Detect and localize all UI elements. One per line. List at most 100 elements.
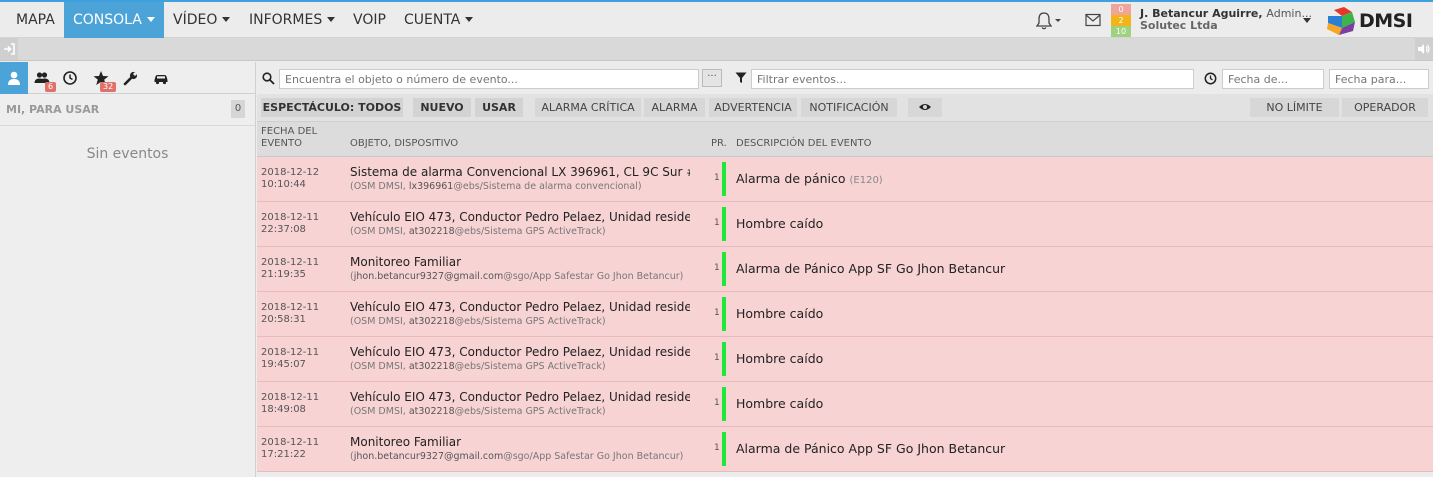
event-date: 2018-12-11 bbox=[261, 437, 320, 448]
tab-favorites[interactable]: 32 bbox=[87, 62, 117, 94]
event-date: 2018-12-11 bbox=[261, 212, 320, 223]
tab-group-events[interactable]: 6 bbox=[28, 62, 57, 94]
table-row[interactable]: 2018-12-11 21:19:35 Monitoreo Familiar (j… bbox=[257, 247, 1433, 292]
sound-toggle-button[interactable] bbox=[1415, 38, 1433, 60]
description-text: Alarma de pánico bbox=[736, 171, 850, 186]
priority-bar bbox=[722, 252, 726, 286]
event-time: 10:10:44 bbox=[261, 179, 306, 190]
object-name-line: Monitoreo Familiar bbox=[350, 435, 690, 450]
description-text: Hombre caído bbox=[736, 216, 824, 231]
nav-informes[interactable]: INFORMES bbox=[240, 2, 344, 38]
priority-bar bbox=[722, 207, 726, 241]
no-limit-button[interactable]: NO LÍMITE bbox=[1250, 98, 1339, 117]
column-header-object[interactable]: OBJETO, DISPOSITIVO bbox=[350, 138, 458, 150]
object-device: (OSM DMSI, at302218@ebs/Sistema GPS Acti… bbox=[350, 225, 690, 238]
object-device: (OSM DMSI, at302218@ebs/Sistema GPS Acti… bbox=[350, 360, 690, 373]
table-row[interactable]: 2018-12-11 20:58:31 Vehículo EIO 473, Con… bbox=[257, 292, 1433, 337]
event-filter-input[interactable] bbox=[751, 69, 1194, 89]
column-header-priority[interactable]: PR. bbox=[711, 138, 727, 150]
event-object: Monitoreo Familiar (jhon.betancur9327@gm… bbox=[350, 255, 690, 283]
operator-button[interactable]: OPERADOR bbox=[1342, 98, 1428, 117]
event-description: Hombre caído bbox=[736, 396, 823, 411]
nav-mapa[interactable]: MAPA bbox=[7, 2, 64, 38]
more-options-button[interactable]: ··· bbox=[702, 69, 722, 87]
messages-button[interactable] bbox=[1085, 13, 1101, 27]
column-header-date[interactable]: FECHA DEL EVENTO bbox=[261, 126, 317, 150]
nav-voip[interactable]: VOIP bbox=[344, 2, 395, 38]
device-id: at302218 bbox=[408, 361, 455, 372]
table-row[interactable]: 2018-12-11 19:45:07 Vehículo EIO 473, Con… bbox=[257, 337, 1433, 382]
device-suffix: @ebs/Sistema GPS ActiveTrack) bbox=[454, 361, 606, 372]
favorites-count-badge: 32 bbox=[100, 82, 117, 92]
empty-events-message: Sin eventos bbox=[86, 146, 169, 162]
my-events-count: 0 bbox=[231, 100, 245, 118]
object-device: (jhon.betancur9327@gmail.com@sgo/App Saf… bbox=[350, 450, 690, 463]
device-id: at302218 bbox=[408, 316, 455, 327]
alert-counters[interactable]: 0 2 10 bbox=[1111, 4, 1131, 37]
speaker-icon bbox=[1418, 44, 1430, 54]
left-panel: 6 32 MI, PARA USAR 0 Sin eventos bbox=[0, 62, 256, 477]
user-menu[interactable]: J. Betancur Aguirre, Admin... Solutec Lt… bbox=[1140, 8, 1312, 32]
filter-use-button[interactable]: USAR bbox=[475, 98, 523, 117]
event-priority: 1 bbox=[714, 308, 720, 318]
event-priority: 1 bbox=[714, 218, 720, 228]
device-prefix: (OSM DMSI, bbox=[350, 361, 409, 372]
eye-icon bbox=[919, 104, 931, 110]
events-table-header: FECHA DEL EVENTO OBJETO, DISPOSITIVO PR.… bbox=[257, 122, 1433, 157]
nav-video[interactable]: VÍDEO bbox=[164, 2, 239, 38]
filter-warning-button[interactable]: ADVERTENCIA bbox=[709, 98, 797, 117]
filter-alarm-button[interactable]: ALARMA bbox=[644, 98, 705, 117]
event-datetime: 2018-12-11 17:21:22 bbox=[261, 437, 319, 461]
event-object: Monitoreo Familiar (jhon.betancur9327@gm… bbox=[350, 435, 690, 463]
tab-tools[interactable] bbox=[117, 62, 145, 94]
tab-vehicles[interactable] bbox=[147, 62, 175, 94]
event-time: 22:37:08 bbox=[261, 224, 306, 235]
tab-my-events[interactable] bbox=[0, 62, 28, 94]
date-to-input[interactable] bbox=[1329, 69, 1429, 89]
my-events-header: MI, PARA USAR 0 bbox=[0, 94, 255, 126]
table-row[interactable]: 2018-12-11 17:21:22 Monitoreo Familiar (j… bbox=[257, 427, 1433, 472]
mail-icon bbox=[1085, 13, 1101, 27]
visibility-toggle-button[interactable] bbox=[908, 98, 942, 117]
tab-history[interactable] bbox=[56, 62, 84, 94]
counter-critical: 0 bbox=[1111, 4, 1131, 15]
event-priority: 1 bbox=[714, 263, 720, 273]
object-search-input[interactable] bbox=[279, 69, 699, 89]
description-text: Alarma de Pánico App SF Go Jhon Betancur bbox=[736, 261, 1006, 276]
events-table-body: 2018-12-12 10:10:44 Sistema de alarma Con… bbox=[257, 157, 1433, 477]
filter-notification-button[interactable]: NOTIFICACIÓN bbox=[801, 98, 897, 117]
date-header-line2: EVENTO bbox=[261, 138, 302, 149]
column-header-description[interactable]: DESCRIPCIÓN DEL EVENTO bbox=[736, 138, 871, 150]
table-row[interactable]: 2018-12-11 22:37:08 Vehículo EIO 473, Con… bbox=[257, 202, 1433, 247]
collapse-left-button[interactable] bbox=[0, 38, 18, 60]
filter-new-button[interactable]: NUEVO bbox=[413, 98, 471, 117]
description-text: Hombre caído bbox=[736, 306, 824, 321]
description-text: Hombre caído bbox=[736, 351, 824, 366]
show-all-button[interactable]: ESPECTÁCULO: TODOS bbox=[261, 98, 403, 117]
object-name-line: Vehículo EIO 473, Conductor Pedro Pelaez… bbox=[350, 345, 690, 360]
nav-consola[interactable]: CONSOLA bbox=[64, 2, 164, 38]
event-date: 2018-12-11 bbox=[261, 302, 320, 313]
filter-critical-alarm-button[interactable]: ALARMA CRÍTICA bbox=[535, 98, 641, 117]
counter-alarm: 2 bbox=[1111, 15, 1131, 26]
notifications-button[interactable] bbox=[1034, 11, 1064, 31]
nav-mapa-label: MAPA bbox=[16, 12, 55, 28]
event-description: Alarma de Pánico App SF Go Jhon Betancur bbox=[736, 441, 1005, 456]
event-object: Vehículo EIO 473, Conductor Pedro Pelaez… bbox=[350, 390, 690, 418]
priority-bar bbox=[722, 432, 726, 466]
chevron-down-icon[interactable] bbox=[1303, 18, 1311, 23]
event-priority: 1 bbox=[714, 173, 720, 183]
device-suffix: @ebs/Sistema GPS ActiveTrack) bbox=[454, 226, 606, 237]
object-name: Vehículo EIO 473, Conductor Pedro Pelaez… bbox=[350, 390, 690, 404]
table-row[interactable]: 2018-12-11 18:49:08 Vehículo EIO 473, Con… bbox=[257, 382, 1433, 427]
table-row[interactable]: 2018-12-12 10:10:44 Sistema de alarma Con… bbox=[257, 157, 1433, 202]
object-name-line: Vehículo EIO 473, Conductor Pedro Pelaez… bbox=[350, 300, 690, 315]
object-device: (OSM DMSI, at302218@ebs/Sistema GPS Acti… bbox=[350, 405, 690, 418]
priority-bar bbox=[722, 387, 726, 421]
event-priority: 1 bbox=[714, 398, 720, 408]
date-from-input[interactable] bbox=[1222, 69, 1324, 89]
event-time: 17:21:22 bbox=[261, 449, 306, 460]
clock-icon bbox=[63, 71, 77, 85]
nav-cuenta[interactable]: CUENTA bbox=[395, 2, 482, 38]
chevron-down-icon bbox=[465, 17, 474, 22]
